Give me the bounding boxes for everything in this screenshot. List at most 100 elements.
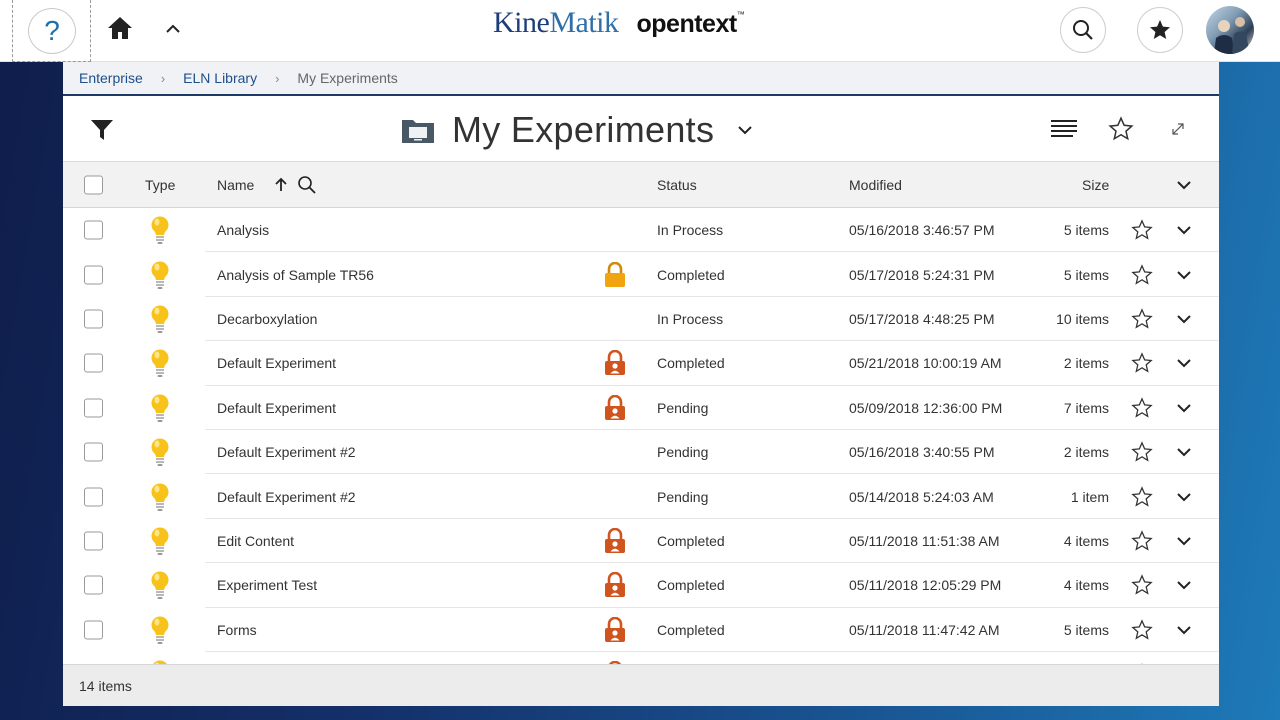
star-outline-icon[interactable] xyxy=(1131,441,1153,463)
table-header: Type Name Status Modified Size xyxy=(63,162,1219,208)
row-name[interactable]: Default Experiment xyxy=(217,355,336,371)
table-row[interactable]: Default Experiment #2 Pending 05/14/2018 5… xyxy=(63,474,1219,520)
row-name[interactable]: Analysis of Sample TR56 xyxy=(217,267,374,283)
row-name[interactable]: Decarboxylation xyxy=(217,311,317,327)
table-row[interactable]: Experiment Test Completed 05/11/2018 12:05… xyxy=(63,563,1219,608)
table-row[interactable]: Decarboxylation In Process 05/17/2018 4:48… xyxy=(63,297,1219,342)
row-size: 5 items xyxy=(1063,222,1109,239)
avatar[interactable] xyxy=(1206,6,1254,54)
table-row[interactable] xyxy=(63,652,1219,664)
chevron-down-icon[interactable] xyxy=(1176,400,1192,416)
row-name[interactable]: Experiment Test xyxy=(217,577,317,593)
row-name[interactable]: Edit Content xyxy=(217,533,294,549)
row-checkbox[interactable] xyxy=(84,487,103,507)
expand-icon[interactable] xyxy=(1170,121,1186,137)
table-row[interactable]: Forms Completed 05/11/2018 11:47:42 AM 5 it… xyxy=(63,608,1219,653)
row-name[interactable]: Analysis xyxy=(217,222,269,238)
help-button[interactable]: ? xyxy=(28,8,76,54)
row-size: 7 items xyxy=(1063,399,1109,416)
table-row[interactable]: Default Experiment Pending 05/09/2018 12:3… xyxy=(63,386,1219,431)
row-name[interactable]: Default Experiment #2 xyxy=(217,444,356,460)
select-all-checkbox[interactable] xyxy=(84,175,103,194)
row-size: 4 items xyxy=(1063,532,1109,549)
row-status: Completed xyxy=(657,577,725,594)
star-outline-icon[interactable] xyxy=(1131,574,1153,596)
chevron-down-icon[interactable] xyxy=(1176,444,1192,460)
table-row[interactable]: Edit Content Completed 05/11/2018 11:51:38… xyxy=(63,519,1219,564)
table-row[interactable]: Analysis In Process 05/16/2018 3:46:57 PM 5… xyxy=(63,208,1219,253)
row-name[interactable]: Forms xyxy=(217,622,257,638)
column-name[interactable]: Name xyxy=(217,177,254,193)
table-row[interactable]: Default Experiment Completed 05/21/2018 10… xyxy=(63,341,1219,386)
star-icon xyxy=(1150,20,1170,39)
home-icon[interactable] xyxy=(106,14,134,42)
column-type[interactable]: Type xyxy=(145,177,175,193)
brand-logo: KineMatik opentext™ xyxy=(493,6,745,46)
star-outline-icon[interactable] xyxy=(1131,308,1153,330)
row-modified: 05/16/2018 3:40:55 PM xyxy=(849,444,995,461)
row-checkbox[interactable] xyxy=(84,575,103,595)
chevron-down-icon[interactable] xyxy=(1176,355,1192,371)
avatar-photo xyxy=(1214,17,1250,54)
chevron-down-icon[interactable] xyxy=(1176,489,1192,505)
row-status: In Process xyxy=(657,222,724,239)
chevron-down-icon[interactable] xyxy=(1176,267,1192,283)
row-checkbox[interactable] xyxy=(84,353,103,373)
row-checkbox[interactable] xyxy=(84,220,103,240)
lightbulb-icon xyxy=(149,526,171,556)
column-status[interactable]: Status xyxy=(657,177,697,193)
table-row[interactable]: Analysis of Sample TR56 Completed 05/17/20… xyxy=(63,252,1219,298)
lightbulb-icon xyxy=(149,570,171,600)
favorites-button[interactable] xyxy=(1137,7,1183,53)
chevron-down-icon[interactable] xyxy=(1176,622,1192,638)
title-dropdown[interactable]: My Experiments xyxy=(401,108,754,152)
row-status: Completed xyxy=(657,621,725,638)
lock-icon xyxy=(603,616,627,643)
star-outline-icon[interactable] xyxy=(1108,116,1134,142)
row-status: Completed xyxy=(657,532,725,549)
lightbulb-icon xyxy=(149,348,171,378)
kinematik-logo: KineMatik xyxy=(493,6,619,39)
filter-icon[interactable] xyxy=(89,118,115,142)
search-icon[interactable] xyxy=(297,175,317,195)
breadcrumb-separator: › xyxy=(275,70,280,86)
row-name[interactable]: Default Experiment #2 xyxy=(217,489,356,505)
chevron-down-icon[interactable] xyxy=(1176,311,1192,327)
row-checkbox[interactable] xyxy=(84,309,103,329)
star-outline-icon[interactable] xyxy=(1131,396,1153,419)
star-outline-icon[interactable] xyxy=(1131,352,1153,374)
row-checkbox[interactable] xyxy=(84,531,103,551)
row-checkbox[interactable] xyxy=(84,398,103,418)
chevron-down-icon[interactable] xyxy=(1176,222,1192,238)
breadcrumb-eln-library[interactable]: ELN Library xyxy=(183,70,257,86)
search-button[interactable] xyxy=(1060,7,1106,53)
chevron-up-icon[interactable] xyxy=(164,20,182,38)
row-checkbox[interactable] xyxy=(84,442,103,462)
lock-icon xyxy=(603,527,627,554)
sort-ascending-icon[interactable] xyxy=(274,177,288,193)
column-size[interactable]: Size xyxy=(1082,177,1109,193)
row-name[interactable]: Default Experiment xyxy=(217,400,336,416)
row-modified: 05/21/2018 10:00:19 AM xyxy=(849,355,1002,372)
lightbulb-icon xyxy=(149,260,171,290)
star-outline-icon[interactable] xyxy=(1131,618,1153,641)
star-outline-icon[interactable] xyxy=(1131,263,1153,286)
list-view-icon[interactable] xyxy=(1051,118,1077,140)
column-modified[interactable]: Modified xyxy=(849,177,902,193)
star-outline-icon[interactable] xyxy=(1131,485,1153,508)
chevron-down-icon[interactable] xyxy=(1176,577,1192,593)
star-outline-icon[interactable] xyxy=(1131,219,1153,241)
chevron-down-icon[interactable] xyxy=(1176,533,1192,549)
folder-icon xyxy=(402,120,434,143)
row-checkbox[interactable] xyxy=(84,620,103,640)
star-outline-icon[interactable] xyxy=(1131,530,1153,552)
chevron-down-icon[interactable] xyxy=(1176,177,1192,193)
row-checkbox[interactable] xyxy=(84,265,103,285)
row-modified: 05/17/2018 5:24:31 PM xyxy=(849,266,995,283)
row-status: Pending xyxy=(657,444,709,461)
breadcrumb-separator: › xyxy=(160,70,166,86)
row-status: Completed xyxy=(657,355,725,372)
table-row[interactable]: Default Experiment #2 Pending 05/16/2018 3… xyxy=(63,430,1219,475)
opentext-logo: opentext™ xyxy=(636,10,745,38)
breadcrumb-enterprise[interactable]: Enterprise xyxy=(79,70,143,86)
